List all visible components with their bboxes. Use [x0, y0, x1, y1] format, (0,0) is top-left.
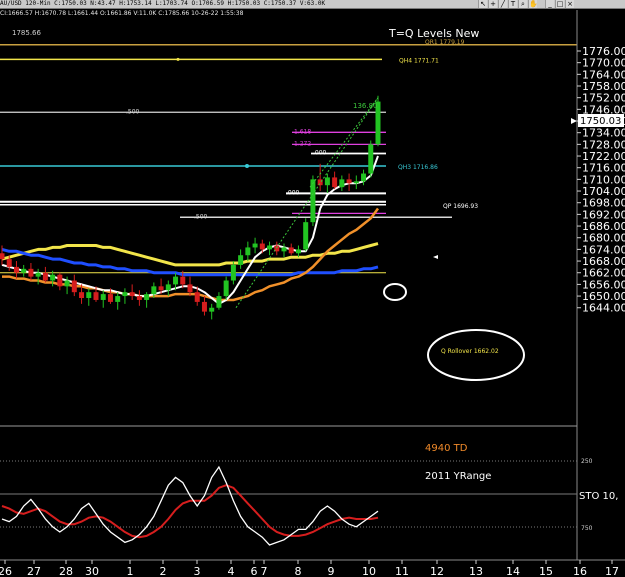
level-label: .000: [313, 150, 327, 157]
time-tick-label: 2: [160, 565, 167, 577]
candle-body: [295, 249, 301, 254]
candle-body: [6, 259, 12, 267]
candle-body: [79, 292, 85, 299]
candle-body: [115, 296, 121, 302]
candle-body: [64, 280, 70, 287]
level-label: 1.618: [294, 128, 311, 135]
candle-body: [151, 286, 157, 295]
candle-body: [259, 243, 265, 250]
level-marker: [176, 57, 180, 61]
level-label: .500: [126, 108, 140, 115]
candle-body: [361, 173, 367, 182]
level-label: .500: [194, 213, 208, 220]
time-tick-label: 8: [295, 565, 302, 577]
candle-body: [0, 253, 5, 260]
candle-body: [216, 296, 222, 308]
candle-body: [180, 276, 186, 285]
time-tick-label: 30: [85, 565, 99, 577]
time-tick-label: 11: [395, 565, 409, 577]
candle-body: [71, 280, 77, 293]
level-label: 1.272: [294, 140, 311, 147]
time-tick-label: 9: [328, 565, 335, 577]
current-price-label: 1750.03: [580, 116, 621, 127]
time-tick-label: 4: [228, 565, 235, 577]
td-label: 4940 TD: [425, 443, 468, 454]
time-tick-label: 7: [261, 565, 268, 577]
candle-body: [173, 276, 179, 285]
candle-body: [42, 272, 48, 281]
candle-body: [238, 255, 244, 265]
status-readout-2: CI:1666.57 H:1670.78 L:1661.44 O:1661.86…: [0, 10, 244, 17]
time-tick-label: 1: [127, 565, 134, 577]
candle-body: [107, 294, 113, 302]
candle-body: [21, 268, 27, 273]
candle-body: [57, 274, 63, 287]
time-tick-label: 16: [573, 565, 587, 577]
candle-body: [144, 294, 150, 300]
level-label: QH4 1771.71: [399, 57, 439, 64]
sto-level-750: 750: [581, 525, 593, 532]
level-label: QH3 1716.86: [398, 164, 438, 171]
time-tick-label: 14: [506, 565, 520, 577]
candle-body: [194, 292, 200, 302]
peak-label: 136.80: [353, 102, 378, 110]
candle-body: [28, 268, 34, 277]
candle-body: [13, 266, 19, 273]
candle-body: [100, 294, 106, 300]
candle-body: [288, 247, 294, 254]
candle-body: [353, 181, 359, 184]
candle-body: [209, 307, 215, 312]
sto-label: STO 10,: [579, 491, 618, 502]
time-tick-label: 27: [27, 565, 41, 577]
level-label: Q Rollover 1662.02: [441, 348, 499, 355]
price-axis: 1776.001770.001764.001758.001752.001746.…: [577, 45, 625, 315]
level-marker: [245, 164, 249, 169]
candle-body: [281, 247, 287, 252]
chart-title: T=Q Levels New: [388, 27, 479, 40]
candle-body: [252, 243, 258, 248]
candle-body: [368, 144, 374, 174]
time-tick-label: 28: [59, 565, 73, 577]
price-tick-label: 1644.00: [582, 302, 625, 315]
time-tick-label: 3: [194, 565, 201, 577]
candle-body: [129, 292, 135, 297]
candle-body: [339, 179, 345, 188]
top-left-label: 1785.66: [12, 29, 41, 37]
candle-body: [93, 292, 99, 300]
candle-body: [158, 286, 164, 291]
candle-body: [86, 292, 92, 299]
candle-body: [245, 247, 251, 256]
time-tick-label: 6: [251, 565, 258, 577]
time-tick-label: 10: [362, 565, 376, 577]
yrange-label: 2011 YRange: [425, 471, 491, 482]
candle-body: [50, 274, 56, 281]
candle-body: [230, 264, 236, 281]
level-label: .000: [286, 189, 300, 196]
time-tick-label: 26: [0, 565, 12, 577]
candle-body: [122, 292, 128, 297]
sto-level-250: 250: [581, 458, 593, 465]
candle-body: [136, 296, 142, 300]
candle-body: [346, 179, 352, 184]
price-chart[interactable]: CI:1666.57 H:1670.78 L:1661.44 O:1661.86…: [0, 0, 625, 577]
candle-body: [324, 177, 330, 186]
time-tick-label: 17: [605, 565, 619, 577]
candle-body: [201, 301, 207, 312]
candle-body: [35, 272, 41, 277]
candle-body: [303, 222, 309, 250]
candle-body: [165, 284, 171, 291]
candle-body: [187, 284, 193, 293]
candle-body: [267, 245, 273, 250]
time-tick-label: 13: [469, 565, 483, 577]
candle-body: [332, 177, 338, 188]
level-label: QP 1696.93: [443, 203, 478, 210]
time-tick-label: 12: [430, 565, 444, 577]
time-tick-label: 15: [539, 565, 553, 577]
candle-body: [223, 280, 229, 297]
